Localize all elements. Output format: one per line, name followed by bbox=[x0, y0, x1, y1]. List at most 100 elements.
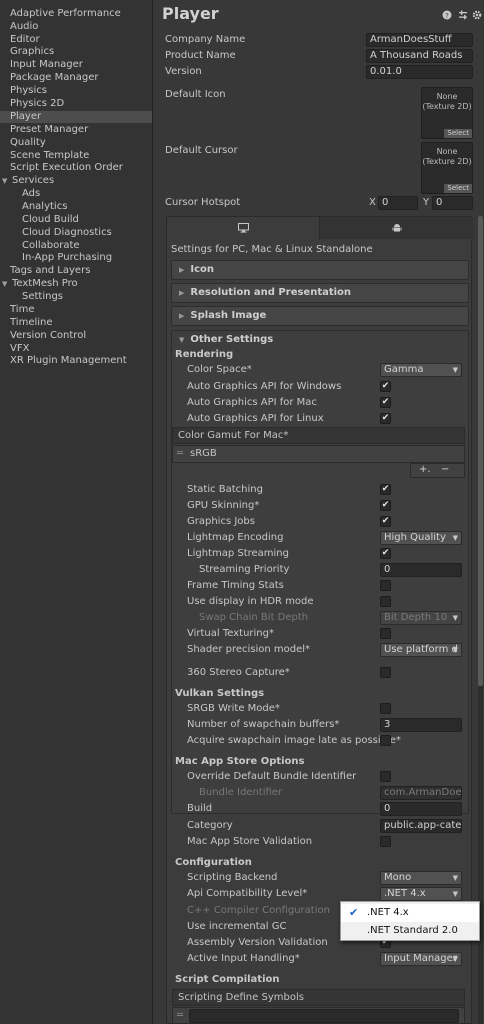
company-name-label: Company Name bbox=[165, 34, 246, 45]
scrollbar-thumb[interactable] bbox=[478, 216, 483, 686]
version-field[interactable]: 0.01.0 bbox=[366, 65, 473, 79]
streaming-priority-field[interactable]: 0 bbox=[380, 563, 462, 577]
page-title: Player bbox=[162, 4, 219, 23]
lightmap-encoding-dropdown[interactable]: High Quality ▼ bbox=[380, 531, 462, 545]
sidebar-item-xr-plugin-management[interactable]: XR Plugin Management bbox=[10, 355, 127, 367]
auto-graphics-mac-checkbox[interactable]: ✔ bbox=[380, 397, 391, 408]
sidebar-item-timeline[interactable]: Timeline bbox=[10, 317, 53, 329]
expand-arrow-icon[interactable]: ▼ bbox=[2, 175, 7, 187]
swapchain-buffers-field[interactable]: 3 bbox=[380, 718, 462, 732]
company-name-field[interactable]: ArmanDoesStuff bbox=[366, 33, 473, 47]
texture-select-button[interactable]: Select bbox=[444, 129, 472, 138]
shader-precision-dropdown[interactable]: Use platform d ▼ bbox=[380, 643, 462, 657]
color-space-dropdown[interactable]: Gamma ▼ bbox=[380, 363, 462, 377]
graphics-jobs-checkbox[interactable]: ✔ bbox=[380, 516, 391, 527]
frame-timing-checkbox[interactable] bbox=[380, 580, 391, 591]
sidebar-item-player[interactable]: Player bbox=[0, 111, 152, 123]
sidebar-item-editor[interactable]: Editor bbox=[10, 34, 40, 46]
drag-handle-icon[interactable]: ═ bbox=[177, 448, 183, 459]
product-name-label: Product Name bbox=[165, 50, 236, 61]
sidebar-item-textmesh-pro[interactable]: TextMesh Pro bbox=[12, 278, 78, 290]
input-handling-label: Active Input Handling* bbox=[187, 953, 300, 964]
sidebar-item-time[interactable]: Time bbox=[10, 304, 34, 316]
lightmap-streaming-checkbox[interactable]: ✔ bbox=[380, 548, 391, 559]
platform-tab-bar bbox=[167, 217, 473, 239]
texture-select-button[interactable]: Select bbox=[444, 184, 472, 193]
sidebar-item-package-manager[interactable]: Package Manager bbox=[10, 72, 98, 84]
build-label: Build bbox=[187, 803, 213, 814]
dropdown-arrow-icon: ▼ bbox=[452, 534, 458, 542]
popup-option-net-standard[interactable]: .NET Standard 2.0 bbox=[341, 922, 479, 940]
sidebar-item-ads[interactable]: Ads bbox=[22, 188, 40, 200]
add-button[interactable]: +. bbox=[419, 464, 431, 475]
static-batching-checkbox[interactable]: ✔ bbox=[380, 484, 391, 495]
popup-option-net-4x[interactable]: ✔ .NET 4.x bbox=[341, 904, 479, 922]
presets-icon[interactable] bbox=[458, 10, 468, 20]
remove-button[interactable]: − bbox=[441, 464, 449, 475]
sidebar-item-preset-manager[interactable]: Preset Manager bbox=[10, 124, 88, 136]
sidebar-item-tags-and-layers[interactable]: Tags and Layers bbox=[10, 265, 90, 277]
sidebar-item-vfx[interactable]: VFX bbox=[10, 343, 29, 355]
sidebar-item-collaborate[interactable]: Collaborate bbox=[22, 240, 80, 252]
expand-arrow-icon[interactable]: ▼ bbox=[2, 278, 7, 290]
sidebar-item-scene-template[interactable]: Scene Template bbox=[10, 150, 89, 162]
sidebar-item-cloud-build[interactable]: Cloud Build bbox=[22, 214, 79, 226]
default-cursor-label: Default Cursor bbox=[165, 145, 238, 156]
sidebar-item-quality[interactable]: Quality bbox=[10, 137, 46, 149]
sidebar-item-script-execution-order[interactable]: Script Execution Order bbox=[10, 162, 123, 174]
icon-foldout[interactable]: ▶ Icon bbox=[171, 260, 469, 280]
sidebar-item-version-control[interactable]: Version Control bbox=[10, 330, 86, 342]
override-bundle-checkbox[interactable] bbox=[380, 771, 391, 782]
sidebar-item-physics-2d[interactable]: Physics 2D bbox=[10, 98, 64, 110]
sidebar-item-adaptive-performance[interactable]: Adaptive Performance bbox=[10, 8, 121, 20]
build-field[interactable]: 0 bbox=[380, 802, 462, 816]
hdr-display-checkbox[interactable] bbox=[380, 596, 391, 607]
api-compatibility-dropdown[interactable]: .NET 4.x ▼ bbox=[380, 887, 462, 901]
sidebar-item-analytics[interactable]: Analytics bbox=[22, 201, 67, 213]
hotspot-y-field[interactable]: 0 bbox=[432, 196, 473, 210]
input-handling-dropdown[interactable]: Input Manager ▼ bbox=[380, 952, 462, 966]
help-icon[interactable]: ? bbox=[442, 10, 452, 20]
script-compilation-header: Script Compilation bbox=[175, 974, 280, 985]
virtual-texturing-checkbox[interactable] bbox=[380, 628, 391, 639]
vulkan-header: Vulkan Settings bbox=[175, 688, 265, 699]
sidebar-item-settings[interactable]: Settings bbox=[22, 291, 63, 303]
sidebar-item-services[interactable]: Services bbox=[12, 175, 54, 187]
tab-standalone[interactable] bbox=[167, 217, 320, 239]
texture-type-text: (Texture 2D) bbox=[422, 102, 472, 111]
texture-none-text: None bbox=[436, 147, 458, 156]
splash-foldout[interactable]: ▶ Splash Image bbox=[171, 306, 469, 326]
stereo-capture-checkbox[interactable] bbox=[380, 667, 391, 678]
category-field[interactable]: public.app-categ bbox=[380, 819, 462, 833]
collapsed-arrow-icon: ▶ bbox=[179, 266, 185, 274]
mac-validation-checkbox[interactable] bbox=[380, 836, 391, 847]
srgb-write-checkbox[interactable] bbox=[380, 703, 391, 714]
sidebar-item-audio[interactable]: Audio bbox=[10, 21, 38, 33]
splash-foldout-label: Splash Image bbox=[190, 310, 267, 321]
color-gamut-item[interactable]: sRGB bbox=[190, 448, 217, 459]
product-name-field[interactable]: A Thousand Roads bbox=[366, 49, 473, 63]
sidebar-item-graphics[interactable]: Graphics bbox=[10, 46, 54, 58]
default-icon-texture-slot[interactable]: None (Texture 2D) Select bbox=[421, 87, 473, 139]
scripting-backend-dropdown[interactable]: Mono ▼ bbox=[380, 871, 462, 885]
tab-android[interactable] bbox=[320, 217, 473, 239]
sidebar-item-input-manager[interactable]: Input Manager bbox=[10, 59, 83, 71]
graphics-jobs-label: Graphics Jobs bbox=[187, 516, 255, 527]
hotspot-x-field[interactable]: 0 bbox=[378, 196, 418, 210]
cpp-compiler-label: C++ Compiler Configuration bbox=[187, 905, 330, 916]
drag-handle-icon[interactable]: ═ bbox=[177, 1010, 183, 1021]
default-cursor-texture-slot[interactable]: None (Texture 2D) Select bbox=[421, 142, 473, 194]
streaming-priority-label: Streaming Priority bbox=[199, 564, 290, 575]
resolution-foldout[interactable]: ▶ Resolution and Presentation bbox=[171, 283, 469, 303]
auto-graphics-linux-checkbox[interactable]: ✔ bbox=[380, 413, 391, 424]
sidebar-item-in-app-purchasing[interactable]: In-App Purchasing bbox=[22, 252, 112, 264]
acquire-late-checkbox[interactable] bbox=[380, 735, 391, 746]
gpu-skinning-checkbox[interactable]: ✔ bbox=[380, 500, 391, 511]
default-icon-label: Default Icon bbox=[165, 89, 226, 100]
sidebar-item-physics[interactable]: Physics bbox=[10, 85, 47, 97]
sidebar-item-cloud-diagnostics[interactable]: Cloud Diagnostics bbox=[22, 227, 112, 239]
settings-gear-icon[interactable] bbox=[472, 10, 482, 20]
auto-graphics-windows-checkbox[interactable]: ✔ bbox=[380, 381, 391, 392]
stereo-capture-label: 360 Stereo Capture* bbox=[187, 667, 290, 678]
define-symbol-input[interactable] bbox=[189, 1009, 459, 1023]
